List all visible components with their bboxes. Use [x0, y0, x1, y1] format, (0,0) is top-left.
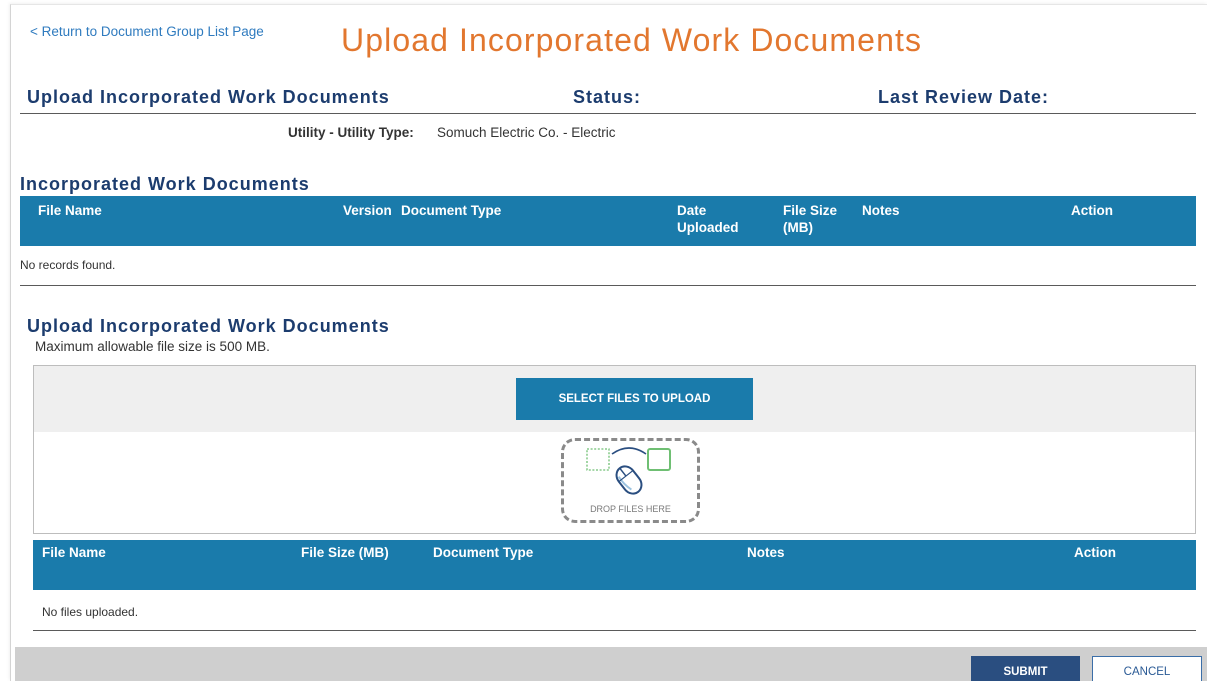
max-file-size-note: Maximum allowable file size is 500 MB.: [35, 339, 270, 354]
upload-column-notes: Notes: [747, 545, 785, 560]
column-action: Action: [1071, 203, 1113, 218]
column-notes: Notes: [862, 203, 900, 218]
cancel-button[interactable]: CANCEL: [1092, 656, 1202, 681]
upload-section-heading: Upload Incorporated Work Documents: [27, 316, 390, 336]
upload-empty-message: No files uploaded.: [42, 605, 139, 619]
summary-divider: [20, 113, 1196, 114]
drag-arc-icon: [611, 447, 647, 455]
upload-column-action: Action: [1074, 545, 1116, 560]
column-document-type: Document Type: [401, 203, 502, 218]
column-file-name: File Name: [38, 203, 102, 218]
utility-type-value: Somuch Electric Co. - Electric: [437, 125, 616, 140]
drop-files-label: DROP FILES HERE: [590, 504, 671, 514]
documents-empty-message: No records found.: [20, 258, 116, 272]
upload-table-divider: [33, 630, 1196, 631]
upload-table-header: File Name File Size (MB) Document Type N…: [33, 540, 1196, 590]
file-icon: [647, 448, 671, 471]
column-version: Version: [343, 203, 392, 218]
column-file-size: File Size (MB): [783, 203, 838, 235]
last-review-date-label: Last Review Date:: [878, 87, 1050, 107]
submit-button[interactable]: SUBMIT: [971, 656, 1080, 681]
documents-table-heading: Incorporated Work Documents: [20, 174, 310, 194]
documents-table-divider: [20, 285, 1196, 286]
mouse-icon: [615, 465, 643, 495]
upload-column-document-type: Document Type: [433, 545, 534, 560]
status-label: Status:: [573, 87, 642, 107]
utility-type-label: Utility - Utility Type:: [288, 125, 414, 140]
drop-zone[interactable]: DROP FILES HERE: [561, 438, 700, 523]
page-title: Upload Incorporated Work Documents: [341, 22, 923, 58]
footer-bar: SUBMIT CANCEL: [15, 647, 1207, 681]
upload-column-file-size: File Size (MB): [301, 545, 389, 560]
select-files-button[interactable]: SELECT FILES TO UPLOAD: [516, 378, 753, 420]
upload-box: SELECT FILES TO UPLOAD DROP FILES HERE: [33, 365, 1196, 534]
column-date-uploaded: Date Uploaded: [677, 203, 739, 235]
summary-heading: Upload Incorporated Work Documents: [27, 87, 390, 107]
back-to-document-group-list-link[interactable]: < Return to Document Group List Page: [30, 24, 264, 40]
documents-table-header: File Name Version Document Type Date Upl…: [20, 196, 1196, 246]
upload-column-file-name: File Name: [42, 545, 106, 560]
upload-toolbar: SELECT FILES TO UPLOAD: [34, 366, 1195, 432]
dotted-file-icon: [586, 448, 610, 471]
